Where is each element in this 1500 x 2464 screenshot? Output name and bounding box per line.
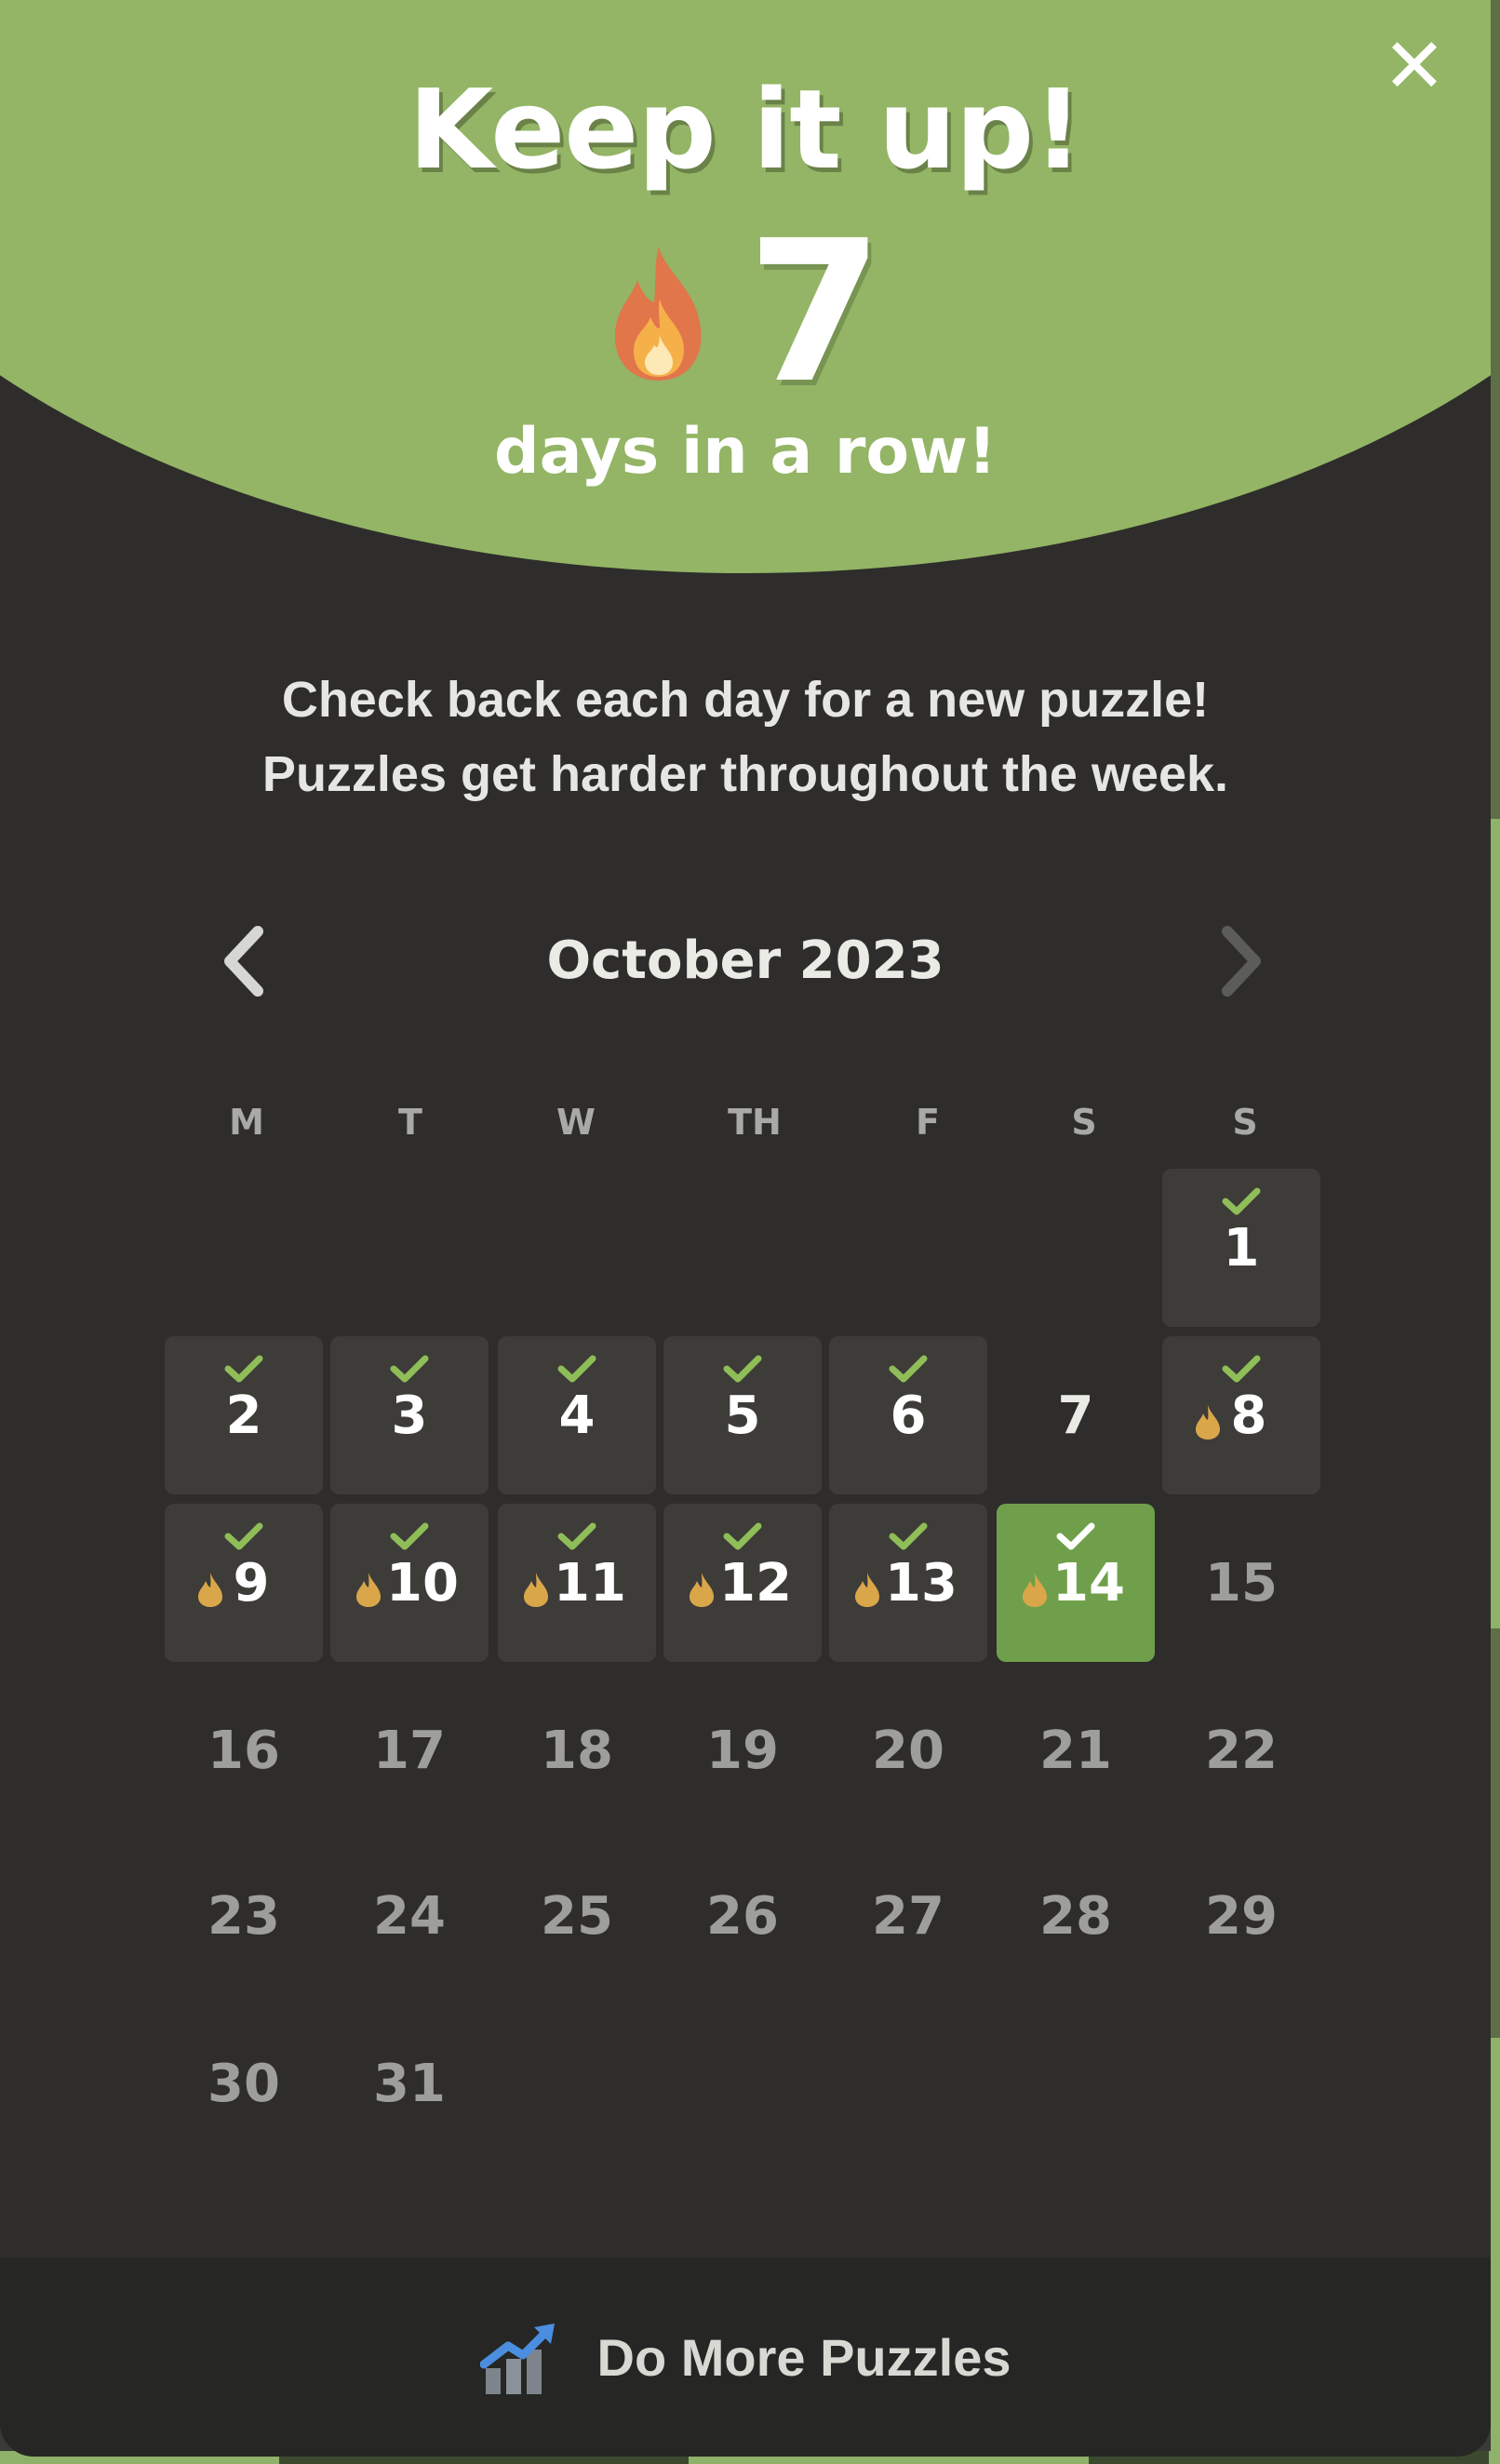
flame-icon: [1196, 1405, 1220, 1440]
calendar-day: 20: [829, 1671, 987, 1829]
background-edge-strip: [1491, 0, 1500, 2464]
calendar-day-number: 27: [872, 1886, 944, 1947]
calendar-day: 28: [997, 1837, 1155, 1995]
calendar-day: 30: [165, 2004, 323, 2163]
calendar-day-number: 25: [541, 1886, 613, 1947]
flame-icon: [524, 1573, 548, 1607]
calendar-day-number: 5: [724, 1386, 761, 1446]
calendar-day-number: 7: [1057, 1386, 1094, 1446]
check-icon: [1056, 1522, 1095, 1550]
calendar-day: 25: [498, 1837, 656, 1995]
check-icon: [889, 1522, 928, 1550]
calendar-day-number: 4: [558, 1386, 596, 1446]
calendar-day-number: 23: [208, 1886, 280, 1947]
check-icon: [723, 1355, 762, 1383]
calendar-day: 17: [330, 1671, 489, 1829]
chart-increasing-icon: [479, 2323, 555, 2394]
calendar-day[interactable]: 2: [165, 1336, 323, 1494]
calendar-day-number: 6: [890, 1386, 927, 1446]
calendar-day-number: 22: [1205, 1721, 1278, 1781]
calendar-day[interactable]: 7: [997, 1336, 1155, 1494]
calendar-day-number: 15: [1205, 1553, 1278, 1614]
calendar-grid: 1 2 3 4 5 6 7 8 9 10 11 12 13 14 15 16 17 18 19 20 21 22 23 24 2…: [0, 0, 1491, 2233]
flame-icon: [855, 1573, 879, 1607]
check-icon: [390, 1355, 429, 1383]
calendar-day[interactable]: 13: [829, 1504, 987, 1662]
calendar-day-number: 24: [373, 1886, 446, 1947]
calendar-day-number: 20: [872, 1721, 944, 1781]
calendar-day[interactable]: 14: [997, 1504, 1155, 1662]
calendar-day[interactable]: 3: [330, 1336, 489, 1494]
check-icon: [557, 1355, 596, 1383]
calendar-day[interactable]: 5: [663, 1336, 822, 1494]
more-puzzles-button[interactable]: Do More Puzzles: [0, 2257, 1491, 2457]
flame-icon: [356, 1573, 381, 1607]
calendar-day-number: 26: [706, 1886, 779, 1947]
calendar-day: 23: [165, 1837, 323, 1995]
flame-icon: [198, 1573, 222, 1607]
check-icon: [557, 1522, 596, 1550]
calendar-day[interactable]: 10: [330, 1504, 489, 1662]
calendar-day-number: 30: [208, 2054, 280, 2114]
calendar-day: 29: [1162, 1837, 1320, 1995]
calendar-day: 18: [498, 1671, 656, 1829]
calendar-day: 22: [1162, 1671, 1320, 1829]
more-puzzles-label: Do More Puzzles: [596, 2327, 1011, 2387]
check-icon: [1222, 1187, 1261, 1215]
background-edge-dark: [1491, 0, 1500, 819]
calendar-day: 21: [997, 1671, 1155, 1829]
calendar-day[interactable]: 11: [498, 1504, 656, 1662]
check-icon: [390, 1522, 429, 1550]
calendar-day-number: 2: [225, 1386, 262, 1446]
calendar-day-number: 31: [373, 2054, 446, 2114]
calendar-day: 19: [663, 1671, 822, 1829]
calendar-day[interactable]: 12: [663, 1504, 822, 1662]
check-icon: [723, 1522, 762, 1550]
check-icon: [1222, 1355, 1261, 1383]
background-edge-dark: [1491, 1628, 1500, 2038]
calendar-day-number: 28: [1039, 1886, 1112, 1947]
check-icon: [224, 1355, 263, 1383]
calendar-day[interactable]: 8: [1162, 1336, 1320, 1494]
calendar-day: 24: [330, 1837, 489, 1995]
flame-icon: [690, 1573, 714, 1607]
calendar-day: 31: [330, 2004, 489, 2163]
calendar-day-number: 3: [391, 1386, 428, 1446]
check-icon: [889, 1355, 928, 1383]
calendar-day-number: 29: [1205, 1886, 1278, 1947]
calendar-day-number: 19: [706, 1721, 779, 1781]
calendar-day-number: 18: [541, 1721, 613, 1781]
streak-modal: ✕ Keep it up! 7 days in a row! Check bac…: [0, 0, 1491, 2457]
calendar-day-number: 17: [373, 1721, 446, 1781]
calendar-day-number: 16: [208, 1721, 280, 1781]
calendar-day[interactable]: 9: [165, 1504, 323, 1662]
flame-icon: [1023, 1573, 1047, 1607]
calendar-day-number: 1: [1223, 1218, 1260, 1279]
calendar-day: 16: [165, 1671, 323, 1829]
check-icon: [224, 1522, 263, 1550]
calendar-day: 27: [829, 1837, 987, 1995]
calendar-day[interactable]: 4: [498, 1336, 656, 1494]
calendar-day: 26: [663, 1837, 822, 1995]
calendar-day[interactable]: 1: [1162, 1169, 1320, 1327]
calendar-day[interactable]: 6: [829, 1336, 987, 1494]
calendar-day-number: 21: [1039, 1721, 1112, 1781]
calendar-day: 15: [1162, 1504, 1320, 1662]
